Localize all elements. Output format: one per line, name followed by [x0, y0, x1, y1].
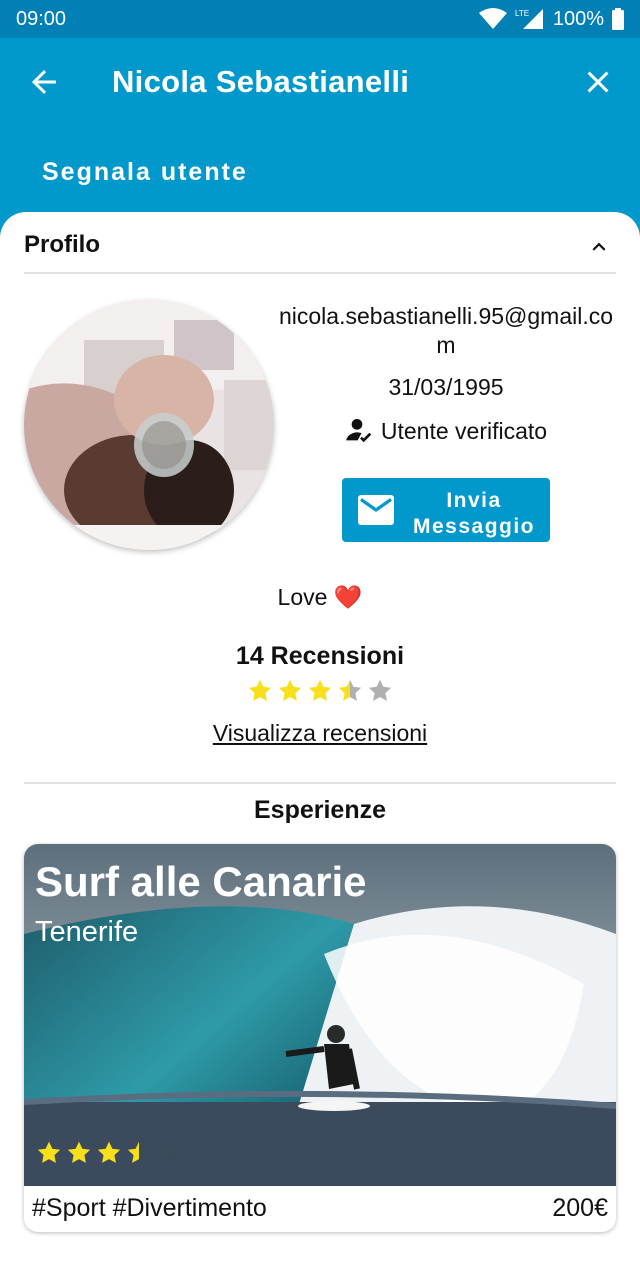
star-icon [37, 1141, 61, 1163]
close-icon[interactable] [580, 64, 616, 100]
star-icon [248, 679, 272, 701]
send-message-label: Invia Messaggio [412, 489, 536, 538]
battery-icon [612, 8, 624, 30]
star-icon [338, 679, 362, 701]
network-label: LTE [515, 9, 529, 18]
status-icons: LTE 100% [478, 6, 624, 32]
experiences-title: Esperienze [253, 796, 386, 824]
experience-rating-stars [36, 1140, 182, 1166]
experience-location: Tenerife [35, 916, 139, 948]
profile-rating-stars [0, 678, 640, 704]
signal-icon: LTE [515, 9, 543, 29]
status-bar: 09:00 LTE 100% [0, 0, 640, 38]
email-text: nicola.sebastianelli.95@gmail.com [278, 303, 614, 358]
birth-date: 31/03/1995 [388, 374, 504, 400]
experience-tags: #Sport #Divertimento [32, 1194, 267, 1222]
star-icon [368, 679, 392, 701]
verified-status: Utente verificato [276, 415, 616, 447]
report-user-button[interactable]: Segnala utente [42, 158, 248, 187]
content-sheet: Profilo nicola.sebastianelli.95@gmail.co… [0, 212, 640, 1280]
star-icon [67, 1141, 91, 1163]
back-arrow-icon[interactable] [26, 64, 62, 100]
page-title: Nicola Sebastianelli [112, 64, 410, 99]
wifi-icon [478, 8, 507, 29]
reviews-count: 14 Recensioni [235, 642, 405, 670]
experience-title: Surf alle Canarie [35, 858, 367, 905]
send-message-button[interactable]: Invia Messaggio [342, 478, 550, 542]
battery-percent: 100% [552, 7, 604, 30]
verified-label: Utente verificato [380, 417, 548, 444]
view-reviews-link[interactable]: Visualizza recensioni [0, 720, 640, 747]
experience-price: 200€ [552, 1194, 608, 1222]
experience-card[interactable]: Surf alle Canarie Tenerife #Sport #Diver… [24, 844, 616, 1232]
chevron-up-icon[interactable] [586, 234, 612, 260]
avatar-photo [24, 300, 274, 550]
profile-section-header[interactable]: Profilo [24, 228, 616, 274]
mail-icon [358, 495, 394, 525]
star-icon [127, 1141, 151, 1163]
divider [24, 782, 616, 784]
star-icon [157, 1141, 181, 1163]
status-time: 09:00 [16, 8, 67, 30]
star-icon [308, 679, 332, 701]
avatar [24, 300, 274, 550]
profile-info: nicola.sebastianelli.95@gmail.com 31/03/… [276, 302, 616, 447]
verified-user-icon [346, 419, 372, 443]
star-icon [97, 1141, 121, 1163]
profile-section-title: Profilo [24, 231, 100, 258]
bio-text: Love ❤️ [277, 584, 363, 610]
star-icon [278, 679, 302, 701]
